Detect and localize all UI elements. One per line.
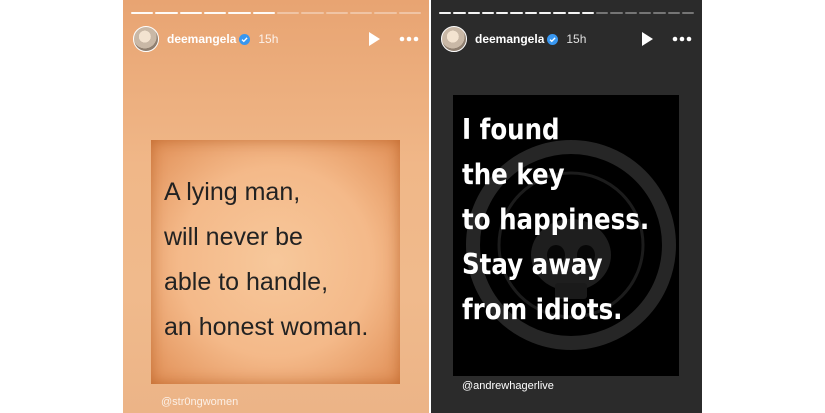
quote-line: I found <box>462 113 560 146</box>
progress-segment <box>553 12 566 14</box>
progress-segment <box>653 12 666 14</box>
verified-badge-icon <box>239 33 251 45</box>
progress-segment <box>510 12 523 14</box>
progress-segment <box>453 12 466 14</box>
progress-segment <box>301 12 324 14</box>
progress-segment <box>581 12 595 14</box>
progress-segment <box>481 12 495 14</box>
story-progress-bar <box>131 12 421 14</box>
username-link[interactable]: deemangela <box>167 32 236 46</box>
post-time: 15h <box>258 32 279 46</box>
user-avatar[interactable] <box>133 26 159 52</box>
progress-segment <box>596 12 609 14</box>
progress-segment <box>374 12 397 14</box>
progress-segment <box>276 12 300 14</box>
progress-segment <box>228 12 251 14</box>
post-time: 15h <box>566 32 587 46</box>
progress-segment <box>349 12 373 14</box>
user-avatar[interactable] <box>441 26 467 52</box>
story-panel-1[interactable]: deemangela 15h A lying man, will never b… <box>123 0 429 413</box>
quote-image: I found the key to happiness. Stay away … <box>453 95 679 376</box>
quote-line: from idiots. <box>462 293 623 326</box>
progress-segment <box>325 12 348 14</box>
progress-segment <box>567 12 580 14</box>
quote-line: A lying man, <box>164 178 301 206</box>
play-icon[interactable] <box>367 31 381 47</box>
quote-image: A lying man, will never be able to handl… <box>151 140 400 384</box>
progress-segment <box>624 12 637 14</box>
story-header: deemangela 15h <box>441 24 692 54</box>
quote-line: will never be <box>164 223 303 251</box>
progress-segment <box>638 12 652 14</box>
verified-badge-icon <box>547 33 559 45</box>
more-options-icon[interactable] <box>672 36 692 42</box>
quote-line: to happiness. <box>462 203 650 236</box>
progress-segment <box>681 12 695 14</box>
story-progress-bar <box>439 12 695 14</box>
progress-segment <box>398 12 421 14</box>
progress-segment <box>538 12 552 14</box>
progress-segment <box>524 12 537 14</box>
play-icon[interactable] <box>640 31 654 47</box>
quote-line: the key <box>462 158 565 191</box>
story-header: deemangela 15h <box>133 24 419 54</box>
progress-segment <box>155 12 178 14</box>
progress-segment <box>252 12 275 14</box>
story-panel-2[interactable]: deemangela 15h I found the key to happin… <box>431 0 702 413</box>
progress-segment <box>467 12 480 14</box>
progress-segment <box>203 12 227 14</box>
progress-segment <box>179 12 202 14</box>
mention-tag[interactable]: @andrewhagerlive <box>462 380 554 392</box>
quote-line: able to handle, <box>164 268 329 296</box>
mention-tag[interactable]: @str0ngwomen <box>161 396 238 408</box>
progress-segment <box>496 12 509 14</box>
progress-segment <box>610 12 623 14</box>
progress-segment <box>667 12 680 14</box>
more-options-icon[interactable] <box>399 36 419 42</box>
username-link[interactable]: deemangela <box>475 32 544 46</box>
progress-segment <box>439 12 452 14</box>
quote-line: an honest woman. <box>164 313 369 341</box>
quote-line: Stay away <box>462 248 603 281</box>
progress-segment <box>131 12 154 14</box>
